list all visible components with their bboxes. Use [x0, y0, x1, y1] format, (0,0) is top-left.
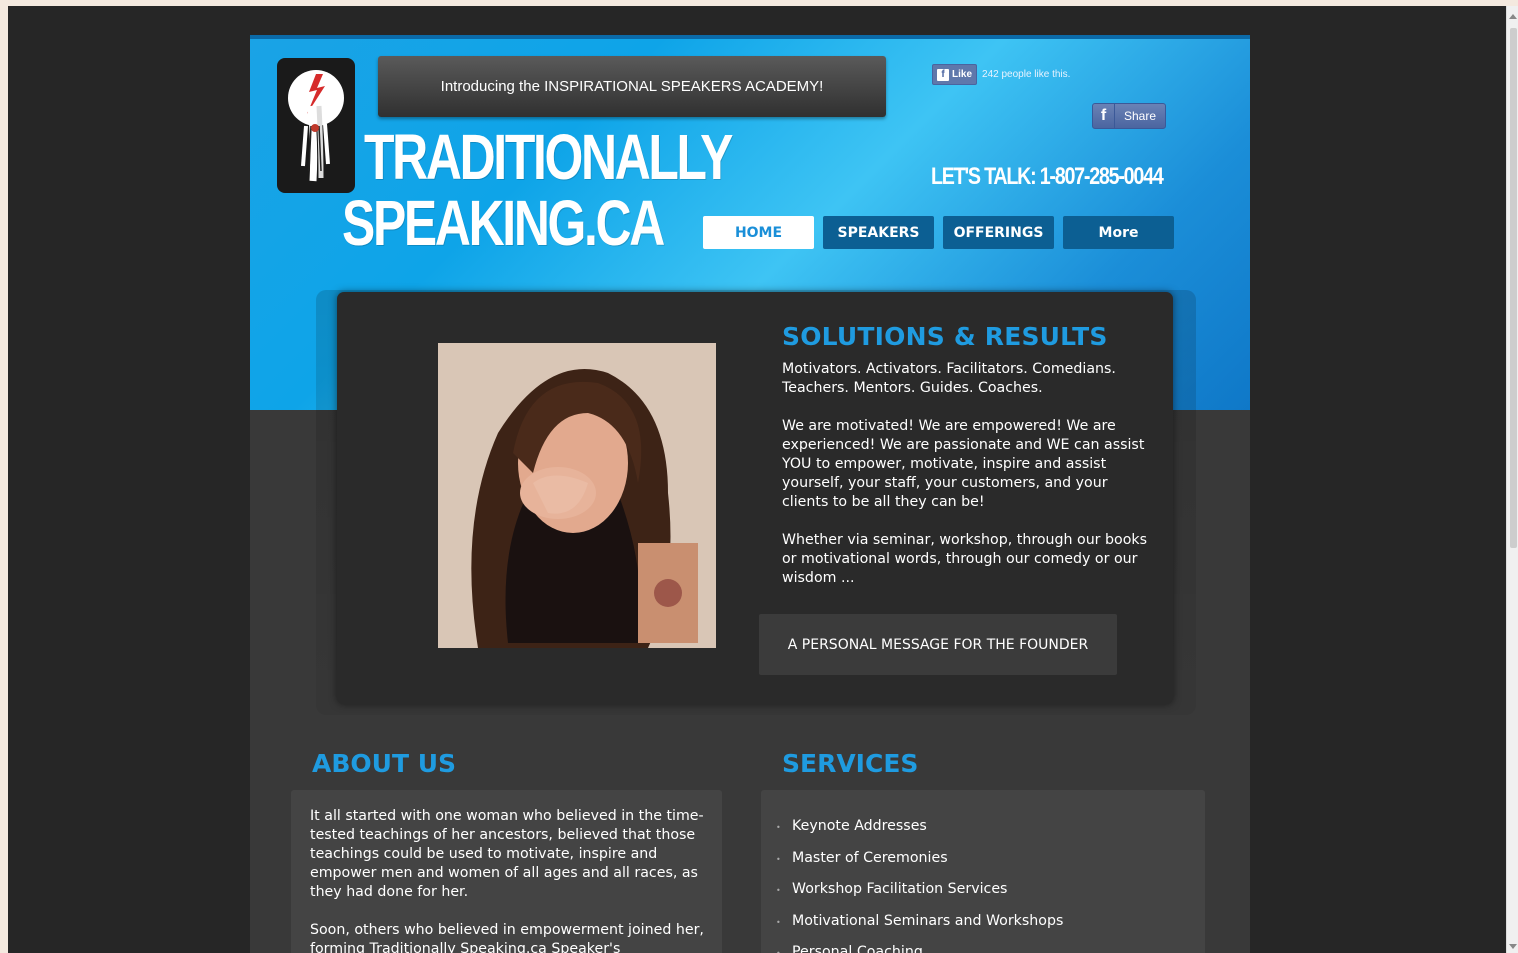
about-paragraph-1: It all started with one woman who believ…: [310, 808, 704, 900]
list-item[interactable]: •Personal Coaching: [776, 944, 1063, 953]
feather-logo-icon: [288, 70, 344, 182]
bullet-icon: •: [776, 854, 781, 864]
services-title: SERVICES: [782, 749, 919, 778]
site-logo[interactable]: [277, 58, 355, 193]
facebook-like-widget: f Like 242 people like this.: [932, 64, 1070, 85]
nav-speakers[interactable]: SPEAKERS: [823, 216, 934, 249]
brand-title-line1: TRADITIONALLY: [364, 121, 733, 193]
bullet-icon: •: [776, 823, 781, 832]
nav-offerings[interactable]: OFFERINGS: [943, 216, 1054, 249]
like-label: Like: [952, 69, 973, 80]
service-label: Workshop Facilitation Services: [792, 881, 1008, 897]
facebook-f-icon: f: [1093, 104, 1115, 128]
nav-more[interactable]: More: [1063, 216, 1174, 249]
services-list: • Keynote Addresses • Master of Ceremonies…: [776, 818, 1063, 953]
service-label: Motivational Seminars and Workshops: [792, 912, 1064, 929]
nav-home[interactable]: HOME: [703, 216, 814, 249]
like-count: 242 people like this.: [982, 69, 1071, 80]
brand-title-line2: SPEAKING.CA: [342, 187, 665, 259]
bullet-icon: •: [776, 944, 792, 953]
facebook-share-button[interactable]: f Share: [1092, 103, 1166, 129]
scroll-up-arrow-icon[interactable]: [1509, 14, 1517, 19]
list-item[interactable]: • Motivational Seminars and Workshops: [776, 913, 1063, 945]
scroll-down-arrow-icon[interactable]: [1509, 944, 1517, 949]
about-paragraph-2: Soon, others who believed in empowerment…: [310, 922, 704, 953]
feature-title: SOLUTIONS & RESULTS: [782, 322, 1108, 351]
service-label: Master of Ceremonies: [792, 849, 948, 866]
list-item[interactable]: • Workshop Facilitation Services: [776, 881, 1063, 913]
service-label: Keynote Addresses: [792, 818, 927, 834]
announcement-banner[interactable]: Introducing the INSPIRATIONAL SPEAKERS A…: [378, 56, 886, 117]
list-item[interactable]: • Master of Ceremonies: [776, 850, 1063, 882]
main-navigation: HOME SPEAKERS OFFERINGS More: [703, 216, 1174, 249]
founder-message-button[interactable]: A PERSONAL MESSAGE FOR THE FOUNDER: [759, 614, 1117, 675]
bullet-icon: •: [776, 886, 781, 895]
feature-paragraph-2: We are motivated! We are empowered! We a…: [782, 418, 1145, 510]
list-item[interactable]: • Keynote Addresses: [776, 818, 1063, 850]
bullet-icon: •: [776, 917, 781, 927]
share-label: Share: [1124, 109, 1157, 123]
feature-paragraph-3: Whether via seminar, workshop, through o…: [782, 532, 1148, 586]
phone-number: LET'S TALK: 1-807-285-0044: [931, 163, 1164, 190]
founder-photo: [438, 343, 716, 648]
scrollbar-thumb[interactable]: [1510, 28, 1517, 548]
about-title: ABOUT US: [312, 749, 457, 778]
facebook-f-icon: f: [937, 68, 949, 81]
facebook-like-button[interactable]: f Like: [932, 64, 978, 85]
service-label: Personal Coaching: [792, 944, 923, 953]
vertical-scrollbar[interactable]: [1506, 6, 1518, 953]
feature-paragraph-1: Motivators. Activators. Facilitators. Co…: [782, 361, 1116, 396]
